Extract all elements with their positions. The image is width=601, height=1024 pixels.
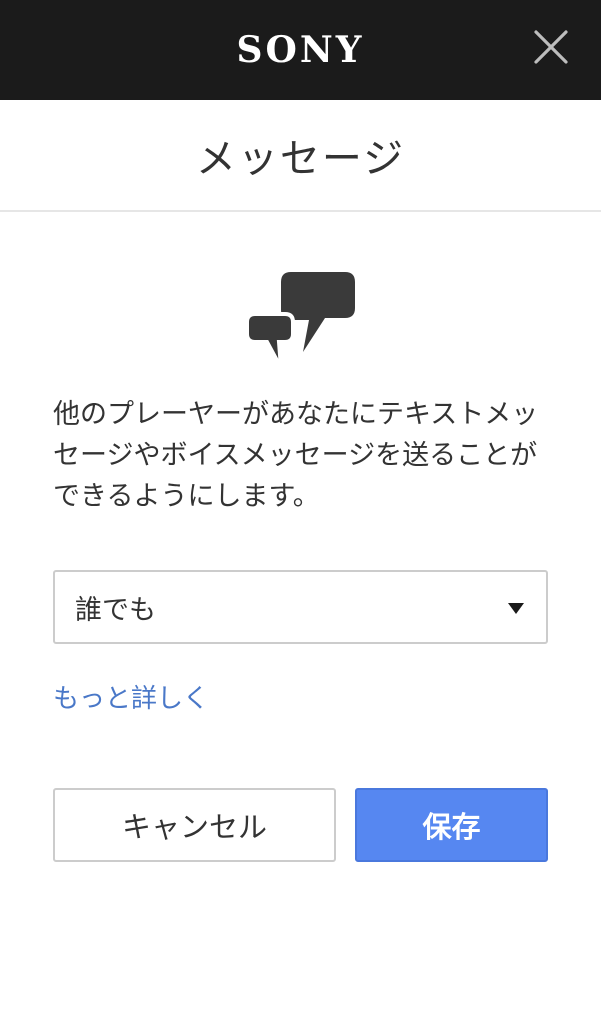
audience-select-value: 誰でも xyxy=(75,594,156,626)
page-header: メッセージ xyxy=(0,100,601,212)
close-icon xyxy=(534,30,568,64)
description-text: 他のプレーヤーがあなたにテキストメッセージやボイスメッセージを送ることができるよ… xyxy=(53,399,539,512)
caret-down-icon xyxy=(508,603,524,614)
save-button[interactable]: 保存 xyxy=(355,788,548,862)
close-button[interactable] xyxy=(531,27,571,67)
sony-logo: SONY xyxy=(236,29,365,71)
chat-bubbles-icon xyxy=(245,268,359,370)
cancel-button[interactable]: キャンセル xyxy=(53,788,336,862)
top-bar: SONY xyxy=(0,0,601,100)
audience-select[interactable]: 誰でも xyxy=(53,570,548,644)
learn-more-link[interactable]: もっと詳しく xyxy=(53,678,209,715)
page-title: メッセージ xyxy=(195,136,406,182)
